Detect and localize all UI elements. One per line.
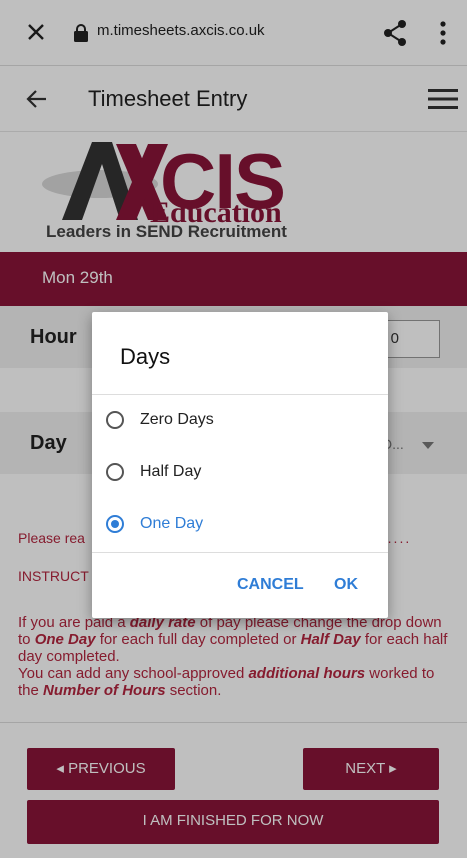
dialog-title: Days [120, 344, 171, 369]
radio-checked-icon[interactable] [106, 515, 124, 533]
option-one-day[interactable]: One Day [92, 500, 388, 550]
option-label: Zero Days [140, 411, 214, 428]
ok-button[interactable]: OK [334, 576, 358, 594]
option-half-day[interactable]: Half Day [92, 448, 388, 498]
days-dialog: Days Zero Days Half Day One Day CANCEL O… [92, 312, 388, 618]
option-label: One Day [140, 515, 204, 532]
dialog-divider [92, 552, 388, 553]
option-zero-days[interactable]: Zero Days [92, 396, 388, 446]
radio-unchecked-icon[interactable] [106, 463, 124, 481]
option-label: Half Day [140, 463, 202, 480]
dialog-divider [92, 394, 388, 395]
cancel-button[interactable]: CANCEL [237, 576, 304, 594]
radio-unchecked-icon[interactable] [106, 411, 124, 429]
